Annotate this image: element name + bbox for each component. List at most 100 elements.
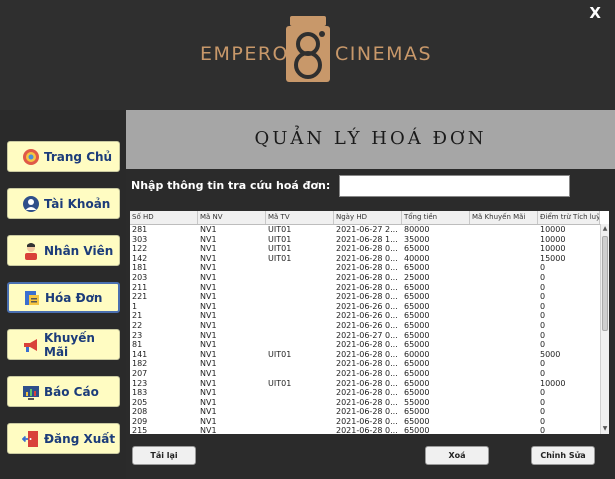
- sidebar-item-dang-xuat[interactable]: Đăng Xuất: [7, 423, 120, 454]
- table-cell: 65000: [404, 292, 430, 302]
- table-cell: NV1: [200, 407, 217, 417]
- table-row[interactable]: 207 NV1 2021-06-28 0... 65000 0: [130, 369, 600, 379]
- table-cell: 65000: [404, 407, 430, 417]
- table-cell: 35000: [404, 234, 430, 244]
- table-row[interactable]: 221 NV1 2021-06-28 0... 65000 0: [130, 292, 600, 302]
- table-row[interactable]: 181 NV1 2021-06-28 0... 65000 0: [130, 263, 600, 273]
- table-row[interactable]: 303 NV1 UIT01 2021-06-28 1... 35000 10000: [130, 235, 600, 245]
- table-row[interactable]: 215 NV1 2021-06-28 0... 65000 0: [130, 426, 600, 434]
- table-row[interactable]: 142 NV1 UIT01 2021-06-28 0... 40000 15000: [130, 254, 600, 264]
- sidebar-item-trang-chu[interactable]: Trang Chủ: [7, 141, 120, 172]
- table-row[interactable]: 22 NV1 2021-06-26 0... 65000 0: [130, 321, 600, 331]
- report-chart-icon: [23, 385, 39, 400]
- vertical-scrollbar[interactable]: ▲ ▼: [600, 224, 609, 434]
- table-cell: 55000: [404, 397, 430, 407]
- table-cell: [470, 311, 538, 321]
- camera-logo-icon: [286, 16, 330, 82]
- close-button[interactable]: X: [589, 4, 601, 22]
- table-cell: [470, 359, 538, 369]
- table-cell: NV1: [200, 320, 217, 330]
- table-row[interactable]: 141 NV1 UIT01 2021-06-28 0... 60000 5000: [130, 350, 600, 360]
- table-row[interactable]: 122 NV1 UIT01 2021-06-28 0... 65000 10000: [130, 244, 600, 254]
- sidebar-item-tai-khoan[interactable]: Tài Khoản: [7, 188, 120, 219]
- table-row[interactable]: 21 NV1 2021-06-26 0... 65000 0: [130, 311, 600, 321]
- table-cell: 65000: [404, 340, 430, 350]
- table-cell: 142: [132, 253, 148, 263]
- table-cell: [470, 426, 538, 434]
- sidebar-item-nhan-vien[interactable]: Nhân Viên: [7, 235, 120, 266]
- table-row[interactable]: 281 NV1 UIT01 2021-06-27 2... 80000 10000: [130, 225, 600, 235]
- table-cell: 2021-06-28 0...: [336, 349, 398, 359]
- megaphone-icon: [24, 338, 37, 352]
- table-cell: UIT01: [268, 244, 292, 254]
- user-account-icon: [23, 195, 39, 212]
- table-row[interactable]: 203 NV1 2021-06-28 0... 25000 0: [130, 273, 600, 283]
- column-header-ma-khuyen-mai[interactable]: Mã Khuyến Mãi: [470, 211, 538, 224]
- table-row[interactable]: 1 NV1 2021-06-26 0... 65000 0: [130, 302, 600, 312]
- sidebar-item-label: Đăng Xuất: [44, 431, 116, 446]
- column-header-so-hd[interactable]: Số HD: [130, 211, 198, 224]
- table-cell: [266, 311, 334, 321]
- table-cell: 205: [132, 397, 148, 407]
- table-cell: 2021-06-27 2...: [336, 225, 398, 234]
- table-cell: 0: [540, 263, 546, 273]
- reload-button[interactable]: Tải lại: [132, 446, 196, 465]
- column-header-tong-tien[interactable]: Tổng tiền: [402, 211, 470, 224]
- table-row[interactable]: 123 NV1 UIT01 2021-06-28 0... 65000 10000: [130, 379, 600, 389]
- scroll-up-arrow-icon[interactable]: ▲: [601, 224, 609, 234]
- table-cell: 2021-06-28 0...: [336, 368, 398, 378]
- table-cell: UIT01: [268, 225, 292, 234]
- table-cell: [266, 283, 334, 293]
- table-cell: [266, 302, 334, 312]
- edit-button[interactable]: Chỉnh Sửa: [531, 446, 595, 465]
- table-row[interactable]: 81 NV1 2021-06-28 0... 65000 0: [130, 340, 600, 350]
- table-cell: [470, 292, 538, 302]
- table-cell: 2021-06-27 0...: [336, 330, 398, 340]
- table-cell: 65000: [404, 359, 430, 369]
- scrollbar-thumb[interactable]: [602, 236, 608, 331]
- table-row[interactable]: 211 NV1 2021-06-28 0... 65000 0: [130, 283, 600, 293]
- table-cell: 2021-06-26 0...: [336, 301, 398, 311]
- sidebar-item-hoa-don[interactable]: Hóa Đơn: [7, 282, 120, 313]
- table-cell: 65000: [404, 311, 430, 321]
- table-cell: [470, 321, 538, 331]
- table-cell: NV1: [200, 349, 217, 359]
- table-cell: 65000: [404, 378, 430, 388]
- table-cell: 65000: [404, 416, 430, 426]
- table-row[interactable]: 209 NV1 2021-06-28 0... 65000 0: [130, 417, 600, 427]
- main-panel: QUẢN LÝ HOÁ ĐƠN Nhập thông tin tra cứu h…: [126, 110, 615, 479]
- table-cell: UIT01: [268, 378, 292, 388]
- column-header-ngay-hd[interactable]: Ngày HD: [334, 211, 402, 224]
- table-cell: NV1: [200, 234, 217, 244]
- table-row[interactable]: 183 NV1 2021-06-28 0... 65000 0: [130, 388, 600, 398]
- table-cell: NV1: [200, 282, 217, 292]
- scroll-down-arrow-icon[interactable]: ▼: [601, 424, 609, 434]
- sidebar-item-bao-cao[interactable]: Báo Cáo: [7, 376, 120, 407]
- table-cell: [470, 302, 538, 312]
- delete-button[interactable]: Xoá: [425, 446, 489, 465]
- logo-text-right: CINEMAS: [335, 43, 433, 65]
- search-input[interactable]: [339, 175, 570, 197]
- sidebar-item-label: Trang Chủ: [44, 149, 113, 164]
- table-row[interactable]: 23 NV1 2021-06-27 0... 65000 0: [130, 331, 600, 341]
- table-row[interactable]: 208 NV1 2021-06-28 0... 65000 0: [130, 407, 600, 417]
- table-cell: [266, 359, 334, 369]
- table-cell: 208: [132, 407, 148, 417]
- table-cell: 0: [540, 272, 546, 282]
- table-cell: [266, 407, 334, 417]
- table-cell: 2021-06-28 0...: [336, 416, 398, 426]
- table-row[interactable]: 182 NV1 2021-06-28 0... 65000 0: [130, 359, 600, 369]
- table-row[interactable]: 205 NV1 2021-06-28 0... 55000 0: [130, 398, 600, 408]
- table-cell: 65000: [404, 263, 430, 273]
- column-header-ma-nv[interactable]: Mã NV: [198, 211, 266, 224]
- column-header-diem-tru[interactable]: Điểm trừ Tích luỹ: [538, 211, 600, 224]
- table-cell: [266, 426, 334, 434]
- column-header-ma-tv[interactable]: Mã TV: [266, 211, 334, 224]
- sidebar-item-label: Nhân Viên: [44, 243, 114, 258]
- table-cell: [470, 254, 538, 264]
- table-cell: 65000: [404, 301, 430, 311]
- table-cell: 65000: [404, 426, 430, 434]
- sidebar-item-label: Khuyến Mãi: [44, 330, 95, 359]
- table-cell: [266, 321, 334, 331]
- sidebar-item-khuyen-mai[interactable]: Khuyến Mãi: [7, 329, 120, 360]
